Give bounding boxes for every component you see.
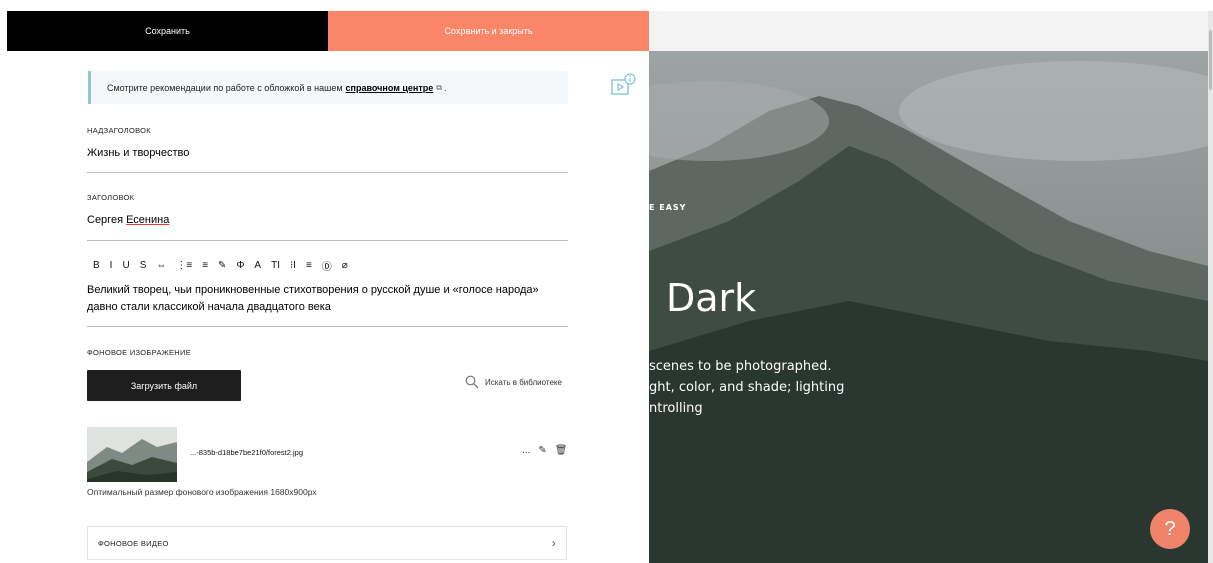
align-icon[interactable]: ≡ bbox=[306, 260, 312, 271]
search-library-label: Искать в библиотеке bbox=[485, 377, 562, 387]
search-icon bbox=[465, 375, 479, 389]
background-image-label: ФОНОВОЕ ИЗОБРАЖЕНИЕ bbox=[87, 348, 191, 357]
special-chars-icon[interactable]: Ⓓ bbox=[322, 258, 332, 273]
bold-icon[interactable]: B bbox=[93, 260, 100, 271]
settings-panel: Смотрите рекомендации по работе с обложк… bbox=[7, 51, 649, 563]
title-label: ЗАГОЛОВОК bbox=[87, 193, 135, 202]
text-color-icon[interactable]: A bbox=[254, 260, 261, 271]
ordered-list-icon[interactable]: ⋮≡ bbox=[176, 260, 192, 271]
preview-line: ntrolling bbox=[649, 401, 703, 416]
title-input[interactable]: Сергея Есенина bbox=[87, 214, 169, 226]
scrollbar-thumb[interactable] bbox=[1209, 30, 1212, 90]
background-video-section[interactable]: ФОНОВОЕ ВИДЕО › bbox=[87, 526, 567, 560]
more-options[interactable]: ... bbox=[522, 445, 530, 456]
font-size-icon[interactable]: TI bbox=[271, 260, 280, 271]
help-center-link[interactable]: справочном центре bbox=[346, 83, 434, 93]
italic-icon[interactable]: I bbox=[110, 260, 113, 271]
trash-icon[interactable]: 🗑 bbox=[555, 445, 568, 456]
strikethrough-icon[interactable]: S bbox=[140, 260, 147, 271]
image-size-hint: Оптимальный размер фонового изображения … bbox=[87, 487, 317, 497]
preview-supertitle: E EASY bbox=[649, 203, 687, 212]
title-value-prefix: Сергея bbox=[87, 214, 127, 226]
underline-icon[interactable]: U bbox=[122, 260, 129, 271]
font-weight-icon[interactable]: Φ bbox=[236, 260, 244, 271]
upload-file-button[interactable]: Загрузить файл bbox=[87, 370, 241, 401]
link-icon[interactable]: ⇔ bbox=[156, 260, 166, 271]
hint-end: . bbox=[443, 82, 447, 93]
description-input[interactable]: Великий творец, чьи проникновенные стихо… bbox=[87, 282, 567, 316]
chevron-right-icon: › bbox=[551, 536, 556, 550]
bullet-list-icon[interactable]: ≡ bbox=[202, 260, 208, 271]
clear-format-icon[interactable]: ⌀ bbox=[342, 260, 348, 271]
scrollbar[interactable] bbox=[1208, 11, 1213, 563]
preview-line: ght, color, and shade; lighting bbox=[649, 380, 845, 395]
title-underline bbox=[87, 240, 568, 241]
preview-line: scenes to be photographed. bbox=[649, 359, 832, 374]
hint-text: Смотрите рекомендации по работе с обложк… bbox=[107, 82, 343, 93]
preview-header bbox=[649, 11, 1208, 51]
background-thumbnail bbox=[87, 427, 177, 482]
background-video-label: ФОНОВОЕ ВИДЕО bbox=[98, 538, 169, 548]
save-and-close-button[interactable]: Сохранить и закрыть bbox=[328, 11, 649, 51]
text-format-toolbar: B I U S ⇔ ⋮≡ ≡ ✎ Φ A TI ⁝I ≡ Ⓓ ⌀ bbox=[93, 258, 348, 273]
line-height-icon[interactable]: ⁝I bbox=[290, 260, 296, 271]
top-bar bbox=[0, 0, 1213, 11]
preview-heading: Dark bbox=[666, 276, 757, 320]
preview-description: scenes to be photographed. ght, color, a… bbox=[649, 356, 844, 419]
help-button[interactable]: ? bbox=[1150, 509, 1190, 549]
preview-info-icon[interactable] bbox=[610, 73, 636, 97]
highlight-icon[interactable]: ✎ bbox=[218, 260, 226, 271]
supertitle-underline bbox=[87, 172, 568, 173]
supertitle-label: НАДЗАГОЛОВОК bbox=[87, 126, 151, 135]
title-value-highlight: Есенина bbox=[126, 214, 170, 226]
external-link-icon: ⧉ bbox=[436, 82, 442, 92]
description-underline bbox=[87, 326, 568, 327]
help-hint: Смотрите рекомендации по работе с обложк… bbox=[88, 71, 568, 104]
search-library-button[interactable]: Искать в библиотеке bbox=[465, 375, 562, 389]
edit-icon[interactable]: ✎ bbox=[538, 445, 546, 456]
save-button[interactable]: Сохранить bbox=[7, 11, 328, 51]
file-actions: ... ✎ 🗑 bbox=[522, 445, 567, 456]
supertitle-input[interactable]: Жизнь и творчество bbox=[87, 147, 189, 159]
file-name: ...-835b-d18be7be21f0/forest2.jpg bbox=[190, 448, 304, 457]
